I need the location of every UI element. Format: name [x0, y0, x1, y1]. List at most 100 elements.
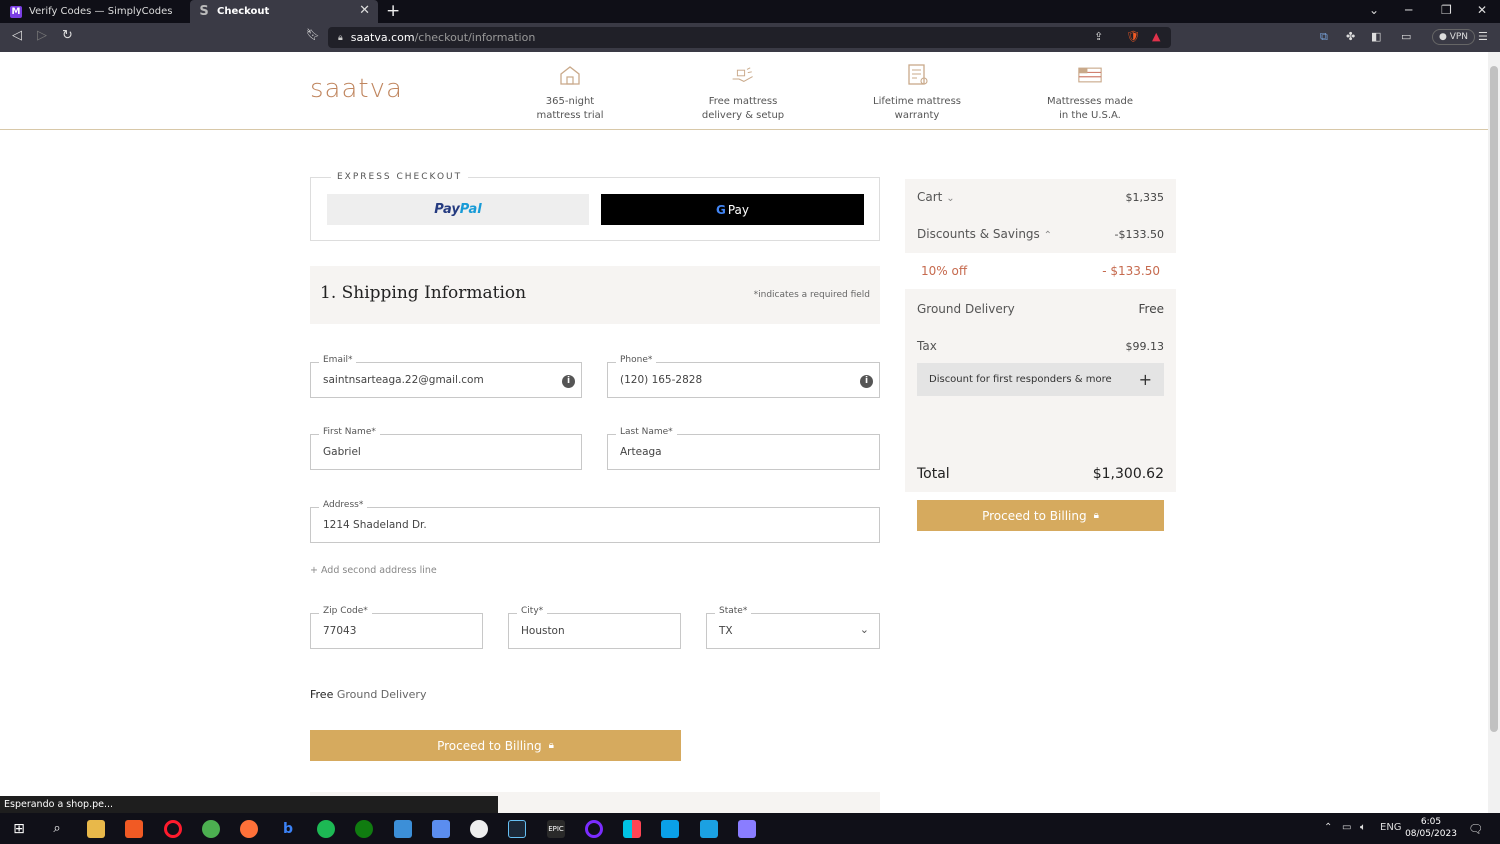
translate-icon[interactable]: ⧉ [1320, 30, 1328, 44]
info-icon[interactable]: i [562, 375, 575, 388]
back-icon[interactable]: ◁ [12, 28, 22, 43]
url-path: /checkout/information [414, 31, 536, 44]
url-host: saatva.com [350, 31, 415, 44]
discounts-row[interactable]: Discounts & Savings ⌃ -$133.50 [917, 224, 1164, 244]
wordpad-icon[interactable] [470, 820, 488, 838]
brave-shields-icon[interactable]: 🛡︎ [1126, 30, 1140, 43]
lock-icon: 🔒︎ [338, 32, 343, 43]
google-g-icon: G [715, 202, 726, 217]
sidebar-icon[interactable]: ◧ [1371, 30, 1381, 43]
tab-label: Verify Codes — SimplyCodes [29, 6, 173, 17]
benefit-line2: mattress trial [536, 110, 604, 121]
brave-icon[interactable] [125, 820, 143, 838]
close-window-icon[interactable]: ✕ [1477, 3, 1487, 17]
shipping-header: 1. Shipping Information *indicates a req… [310, 266, 880, 324]
chevron-up-icon: ⌃ [1043, 230, 1053, 241]
bing-icon[interactable]: b [279, 820, 297, 838]
restore-icon[interactable]: ❐ [1441, 3, 1452, 17]
opera-icon[interactable] [164, 820, 182, 838]
page-scrollbar[interactable] [1488, 52, 1500, 813]
tab-simplycodes[interactable]: M Verify Codes — SimplyCodes [2, 0, 188, 23]
cart-value: $1,335 [1125, 190, 1165, 204]
menu-icon[interactable]: ☰ [1478, 30, 1488, 43]
discounts-value: -$133.50 [1114, 227, 1164, 241]
summary-proceed-button[interactable]: Proceed to Billing 🔒︎ [917, 500, 1164, 531]
media-player-icon[interactable] [585, 820, 603, 838]
firefox-icon[interactable] [240, 820, 258, 838]
city-field[interactable]: City* Houston [508, 606, 681, 649]
zip-code-field[interactable]: Zip Code* 77043 [310, 606, 483, 649]
volume-icon[interactable]: 🔈︎ [1360, 822, 1366, 833]
network-icon[interactable]: ▭ [1342, 822, 1351, 833]
vpn-button[interactable]: ● VPN [1432, 29, 1476, 45]
clock[interactable]: 6:05 08/05/2023 [1404, 816, 1458, 840]
last-name-field[interactable]: Last Name* Arteaga [607, 427, 880, 470]
plus-icon: + [1138, 370, 1152, 389]
proceed-label: Proceed to Billing [982, 508, 1087, 523]
address-bar: ◁ ▷ ↻ 🔖︎ 🔒︎ saatva.com/checkout/informat… [0, 23, 1500, 52]
email-field[interactable]: Email* saintnsarteaga.22@gmail.com i [310, 355, 582, 398]
address-label: Address* [319, 500, 368, 510]
benefit-delivery: Free mattress delivery & setup [683, 64, 803, 123]
xbox-icon[interactable] [355, 820, 373, 838]
brave-rewards-icon[interactable]: ▲ [1152, 30, 1160, 43]
benefit-trial: 365-night mattress trial [510, 64, 630, 123]
extensions-icon[interactable]: ✤ [1346, 30, 1355, 43]
saatva-logo[interactable]: saatva [310, 74, 403, 104]
chrome-icon[interactable] [202, 820, 220, 838]
discount-value: - $133.50 [1102, 264, 1160, 278]
tab-checkout[interactable]: S Checkout ✕ [190, 0, 378, 23]
tab-bar: M Verify Codes — SimplyCodes S Checkout … [0, 0, 1500, 23]
search-icon[interactable]: ⌕ [48, 820, 66, 838]
state-value: TX [719, 625, 733, 637]
scrollbar-thumb[interactable] [1490, 66, 1498, 732]
first-name-value: Gabriel [323, 446, 361, 458]
chevron-down-icon: ⌄ [859, 623, 869, 636]
delivery-label: Ground Delivery [917, 302, 1015, 316]
phone-field[interactable]: Phone* (120) 165-2828 i [607, 355, 880, 398]
mail-icon[interactable] [394, 820, 412, 838]
state-select[interactable]: State* TX ⌄ [706, 606, 880, 649]
nintendo-icon[interactable] [623, 820, 641, 838]
url-input[interactable]: 🔒︎ saatva.com/checkout/information [328, 27, 1171, 48]
new-tab-icon[interactable]: + [386, 1, 400, 21]
file-explorer-icon[interactable] [87, 820, 105, 838]
notifications-icon[interactable]: 🗨︎ [1468, 822, 1483, 836]
tray-chevron-icon[interactable]: ⌃ [1324, 822, 1332, 833]
steam-icon[interactable] [508, 820, 526, 838]
proceed-to-billing-button[interactable]: Proceed to Billing 🔒︎ [310, 730, 681, 761]
bookmark-icon[interactable]: 🔖︎ [306, 28, 320, 41]
google-pay-button[interactable]: G Pay [601, 194, 864, 225]
wallet-icon[interactable]: ▭ [1401, 30, 1411, 43]
paypal-button[interactable]: PayPal [327, 194, 589, 225]
reload-icon[interactable]: ↻ [62, 28, 73, 43]
epic-games-icon[interactable]: EPIC [547, 820, 565, 838]
benefit-line2: delivery & setup [701, 110, 785, 121]
vpn-app-icon[interactable] [738, 820, 756, 838]
forward-icon[interactable]: ▷ [37, 28, 47, 43]
ccleaner-icon[interactable] [700, 820, 718, 838]
tax-label: Tax [917, 339, 937, 353]
email-value: saintnsarteaga.22@gmail.com [323, 374, 484, 386]
lock-icon: 🔒︎ [548, 740, 554, 751]
minimize-icon[interactable]: ─ [1405, 3, 1412, 17]
express-checkout: EXPRESS CHECKOUT PayPal G Pay [310, 172, 880, 241]
benefit-line1: Lifetime mattress [873, 96, 961, 107]
discounts-label: Discounts & Savings [917, 227, 1040, 241]
calculator-icon[interactable] [432, 820, 450, 838]
address-field[interactable]: Address* 1214 Shadeland Dr. [310, 500, 880, 543]
info-icon[interactable]: i [860, 375, 873, 388]
first-responders-discount-toggle[interactable]: Discount for first responders & more + [917, 363, 1164, 396]
simplycodes-icon: M [10, 5, 22, 18]
app-icon[interactable] [661, 820, 679, 838]
language-indicator[interactable]: ENG [1380, 822, 1402, 833]
close-tab-icon[interactable]: ✕ [359, 3, 370, 18]
share-icon[interactable]: ⇪ [1094, 30, 1103, 43]
spotify-icon[interactable] [317, 820, 335, 838]
tab-search-chevron-icon[interactable]: ⌄ [1369, 3, 1379, 17]
first-name-field[interactable]: First Name* Gabriel [310, 427, 582, 470]
windows-start-icon[interactable]: ⊞ [10, 820, 28, 838]
cart-row[interactable]: Cart ⌄ $1,335 [917, 187, 1164, 207]
clock-date: 08/05/2023 [1405, 829, 1457, 839]
add-second-address-line-link[interactable]: + Add second address line [310, 565, 437, 576]
